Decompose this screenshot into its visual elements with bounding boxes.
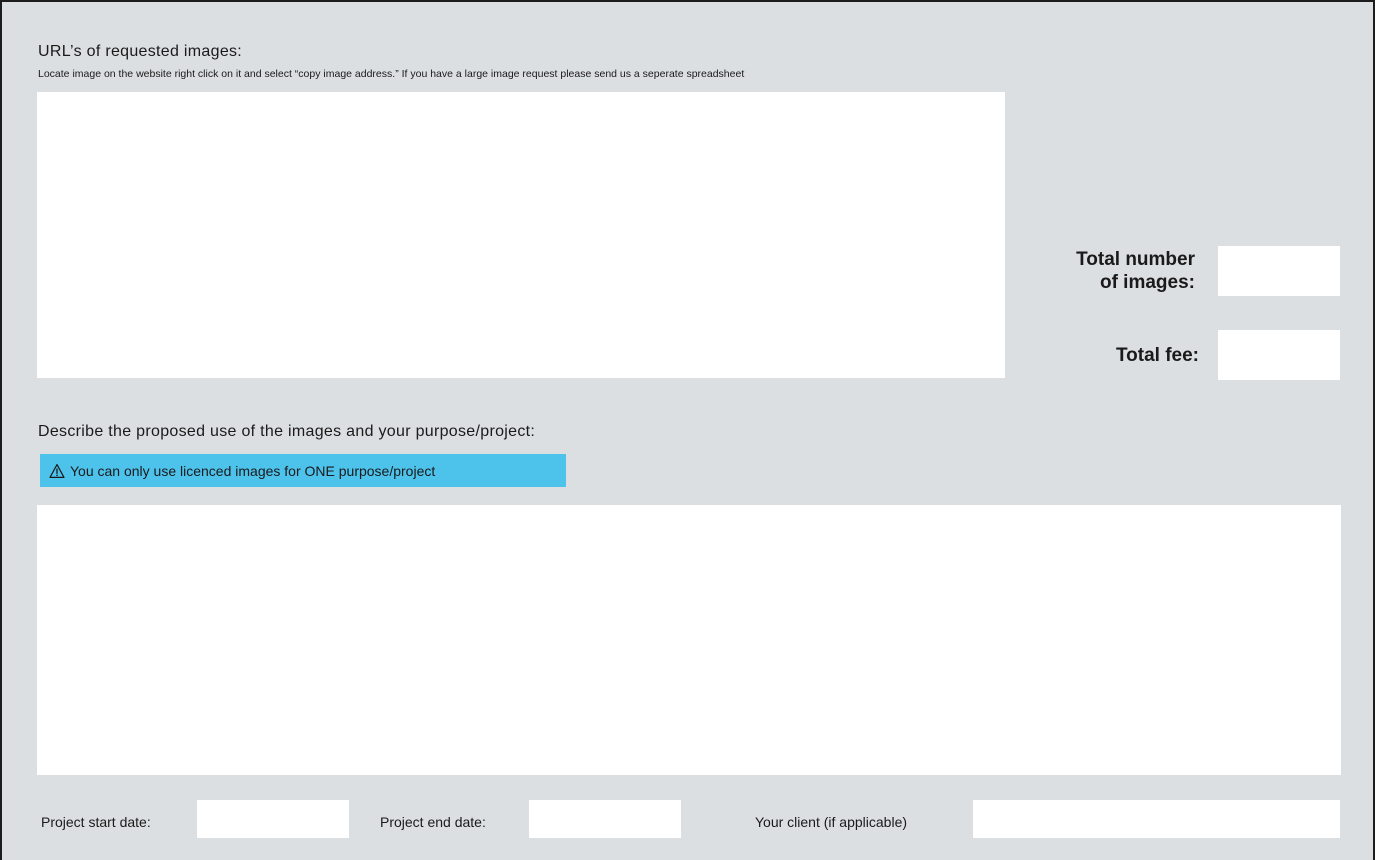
urls-heading: URL’s of requested images: xyxy=(38,43,243,60)
total-images-input[interactable] xyxy=(1218,246,1340,296)
project-start-label: Project start date: xyxy=(41,814,151,830)
total-fee-input[interactable] xyxy=(1218,330,1340,380)
total-images-label-line2: of images: xyxy=(1099,272,1195,293)
client-label: Your client (if applicable) xyxy=(755,814,908,830)
licence-warning-banner: You can only use licenced images for ONE… xyxy=(40,454,566,487)
urls-textarea[interactable] xyxy=(37,92,1005,378)
image-request-form: URL’s of requested images: Locate image … xyxy=(0,0,1375,860)
purpose-heading: Describe the proposed use of the images … xyxy=(38,423,536,440)
warning-triangle-icon xyxy=(49,463,65,479)
project-end-label: Project end date: xyxy=(380,814,486,830)
client-input[interactable] xyxy=(973,800,1340,838)
total-fee-label: Total fee: xyxy=(1115,345,1199,366)
total-images-label-line1: Total number xyxy=(1076,249,1195,270)
project-end-input[interactable] xyxy=(529,800,681,838)
purpose-textarea[interactable] xyxy=(37,505,1341,775)
total-images-label: Total number of images: xyxy=(1002,248,1195,294)
urls-hint: Locate image on the website right click … xyxy=(38,68,745,80)
project-start-input[interactable] xyxy=(197,800,349,838)
licence-warning-text: You can only use licenced images for ONE… xyxy=(70,462,436,479)
